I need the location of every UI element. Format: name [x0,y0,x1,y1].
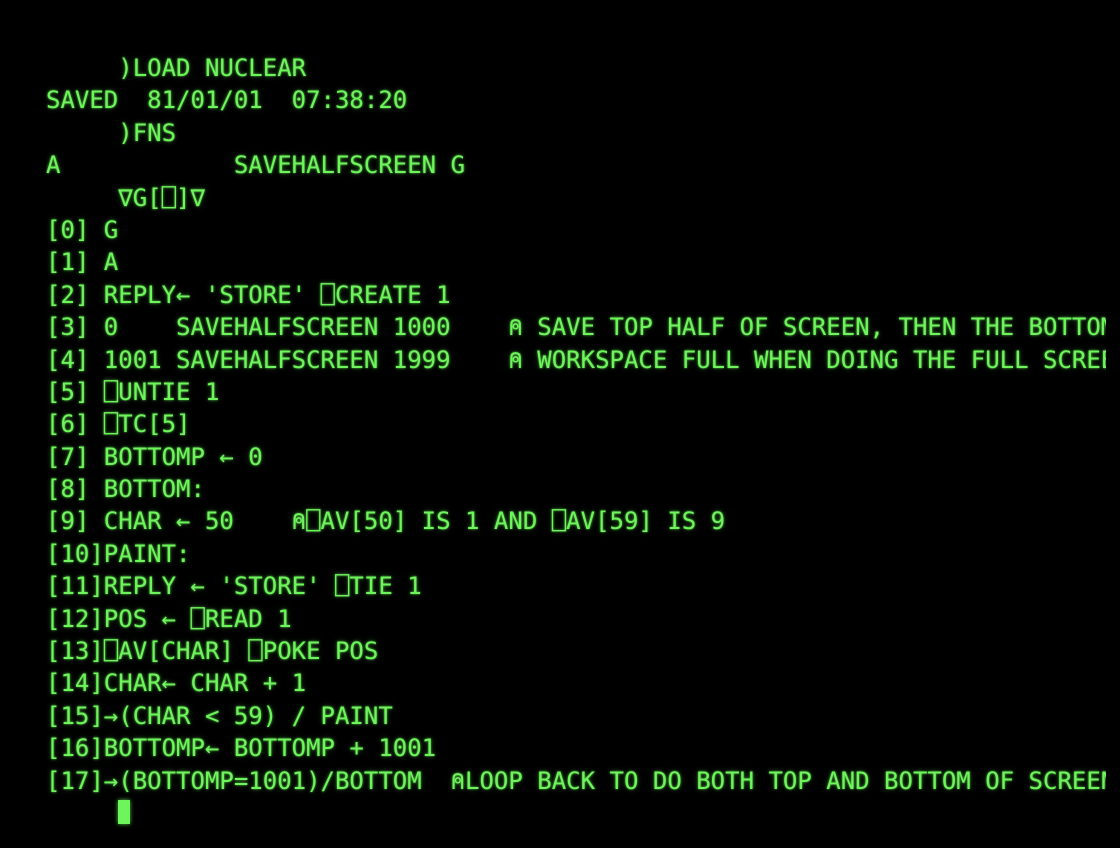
code-line-14: [14]CHAR← CHAR + 1 [46,669,307,698]
code-line-8: [8] BOTTOM: [46,475,205,504]
apl-terminal-output[interactable]: )LOAD NUCLEAR SAVED 81/01/01 07:38:20 )F… [46,52,1106,832]
terminal-line-function-list: A SAVEHALFSCREEN G [46,151,466,180]
code-line-1: [1] A [46,248,119,277]
terminal-line-del-edit-command: ∇G[⎕]∇ [46,183,205,212]
terminal-line-load-command: )LOAD NUCLEAR [46,54,307,82]
code-line-3: [3] 0 SAVEHALFSCREEN 1000 ⍝ SAVE TOP HAL… [46,313,1106,342]
input-prompt-line[interactable] [46,797,1106,829]
code-line-13: [13]⎕AV[CHAR] ⎕POKE POS [46,637,379,666]
code-line-15: [15]→(CHAR < 59) / PAINT [46,701,393,730]
code-line-16: [16]BOTTOMP← BOTTOMP + 1001 [46,734,437,763]
code-line-2: [2] REPLY← 'STORE' ⎕CREATE 1 [46,280,451,309]
terminal-line-fns-command: )FNS [46,118,177,147]
crt-screen: )LOAD NUCLEAR SAVED 81/01/01 07:38:20 )F… [0,0,1120,848]
code-line-0: [0] G [46,215,119,244]
code-line-10: [10]PAINT: [46,539,191,568]
block-cursor-icon [118,799,131,824]
code-line-5: [5] ⎕UNTIE 1 [46,377,220,406]
code-line-7: [7] BOTTOMP ← 0 [46,442,263,471]
code-line-6: [6] ⎕TC[5] [46,410,191,439]
code-line-4: [4] 1001 SAVEHALFSCREEN 1999 ⍝ WORKSPACE… [46,345,1106,374]
terminal-line-saved-timestamp: SAVED 81/01/01 07:38:20 [46,86,408,115]
prompt-indent [46,799,118,827]
code-line-11: [11]REPLY ← 'STORE' ⎕TIE 1 [46,572,422,601]
code-line-12: [12]POS ← ⎕READ 1 [46,604,292,633]
code-line-17: [17]→(BOTTOMP=1001)/BOTTOM ⍝LOOP BACK TO… [46,766,1106,795]
code-line-9: [9] CHAR ← 50 ⍝⎕AV[50] IS 1 AND ⎕AV[59] … [46,507,726,536]
